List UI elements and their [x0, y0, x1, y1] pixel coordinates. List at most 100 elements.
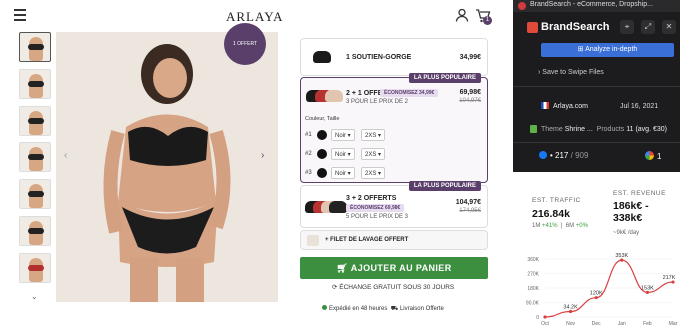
- store-date: Jul 16, 2021: [620, 103, 659, 110]
- user-icon[interactable]: [455, 8, 469, 22]
- menu-icon[interactable]: [14, 9, 26, 21]
- option-price: 104,97€: [455, 199, 481, 206]
- y-tick-label: 270K: [527, 272, 539, 278]
- color-select[interactable]: Noir ▾: [331, 167, 355, 179]
- analyze-button[interactable]: ⊞ Analyze in-depth: [541, 43, 674, 57]
- gift-image: [307, 235, 319, 246]
- close-icon[interactable]: ✕: [662, 20, 676, 34]
- y-tick-label: 0: [536, 315, 539, 321]
- france-flag-icon: [541, 102, 549, 109]
- bra-image: [325, 90, 343, 102]
- product-image: [56, 32, 278, 302]
- trend-6m-value: +0%: [575, 223, 588, 229]
- traffic-chart: 0 90.0K 180K 270K 360K Oct Nov Dec Jan Feb Mar 34.2…: [526, 253, 678, 326]
- products-value: 11 (avg. €30): [626, 126, 667, 133]
- data-point: [543, 315, 547, 319]
- exchange-text: ÉCHANGE GRATUIT SOUS 30 JOURS: [339, 284, 455, 291]
- option-title: 3 + 2 OFFERTS: [346, 195, 397, 202]
- gift-label: + FILET DE LAVAGE OFFERT: [325, 237, 409, 243]
- stats-panel: EST. TRAFFIC 216.84k 1M +41% | 6M +0% ES…: [513, 172, 680, 326]
- extension-title: BrandSearch: [541, 21, 610, 33]
- popular-tag: LA PLUS POPULAIRE: [408, 181, 481, 191]
- gift-option[interactable]: + FILET DE LAVAGE OFFERT: [300, 230, 488, 250]
- traffic-trend: 1M +41% | 6M +0%: [532, 223, 588, 229]
- x-tick-label: Nov: [566, 321, 575, 326]
- add-to-cart-button[interactable]: 🛒︎ AJOUTER AU PANIER: [300, 257, 488, 279]
- fb-ads-count: 217: [555, 151, 569, 160]
- thumbnail[interactable]: [19, 142, 51, 173]
- swipe-label: Save to Swipe Files: [542, 69, 604, 76]
- pin-icon[interactable]: ⌖: [620, 20, 634, 34]
- color-select[interactable]: Noir ▾: [331, 148, 355, 160]
- cart-count-badge: 1: [483, 16, 492, 25]
- facebook-icon: [539, 151, 547, 159]
- trend-1m-value: +41%: [542, 223, 558, 229]
- size-select-value: 2XS: [365, 152, 377, 158]
- color-select[interactable]: Noir ▾: [331, 129, 355, 141]
- size-select[interactable]: 2XS ▾: [361, 129, 385, 141]
- tab-title: BrandSearch - eCommerce, Dropship...: [530, 1, 653, 8]
- shipping-note: Expédié en 48 heures ⛟ Livraison Offerte: [322, 305, 444, 313]
- bundle-option-2[interactable]: LA PLUS POPULAIRE 2 + 1 OFFERT ÉCONOMISE…: [300, 73, 488, 183]
- theme-label: Theme: [541, 126, 563, 133]
- y-tick-label: 180K: [527, 286, 539, 292]
- exchange-note: ⟳ ÉCHANGE GRATUIT SOUS 30 JOURS: [332, 283, 454, 291]
- divider: [513, 142, 680, 143]
- chevron-right-icon[interactable]: ›: [261, 150, 264, 161]
- data-label: 120K: [590, 291, 603, 297]
- option-price: 34,99€: [459, 54, 481, 61]
- product-page: ARLAYA 1 ⌄ 1 OFFERT ‹ › 1 SOUTIEN-GORGE …: [0, 0, 513, 326]
- color-select-value: Noir: [335, 171, 347, 177]
- x-tick-label: Oct: [541, 321, 549, 326]
- variant-number: #2: [305, 151, 312, 157]
- x-tick-label: Jan: [618, 321, 626, 326]
- facebook-ads-stat[interactable]: • 217 / 909: [539, 151, 588, 160]
- chevron-left-icon[interactable]: ‹: [64, 150, 67, 161]
- thumbnail-list: [19, 32, 51, 290]
- variant-label: Couleur, Taille: [305, 116, 340, 122]
- save-swipe-link[interactable]: › Save to Swipe Files: [538, 69, 604, 76]
- google-stat[interactable]: 1: [645, 151, 661, 161]
- chevron-down-icon[interactable]: ⌄: [31, 292, 38, 301]
- trend-1m-label: 1M: [532, 223, 541, 229]
- google-icon: [645, 151, 654, 160]
- bundle-option-3[interactable]: LA PLUS POPULAIRE 3 + 2 OFFERTS ÉCONOMIS…: [300, 181, 488, 228]
- color-swatch[interactable]: [317, 149, 327, 159]
- thumbnail[interactable]: [19, 68, 51, 99]
- color-swatch[interactable]: [317, 130, 327, 140]
- delivery-text: Livraison Offerte: [399, 306, 444, 312]
- brandsearch-extension: BrandSearch - eCommerce, Dropship... Bra…: [513, 0, 680, 326]
- size-select[interactable]: 2XS ▾: [361, 148, 385, 160]
- traffic-label: EST. TRAFFIC: [532, 197, 581, 204]
- expand-icon[interactable]: ⤢: [641, 20, 655, 34]
- y-tick-label: 90.0K: [526, 301, 540, 307]
- x-tick-label: Mar: [669, 321, 678, 326]
- store-domain[interactable]: Arlaya.com: [553, 103, 588, 110]
- size-select[interactable]: 2XS ▾: [361, 167, 385, 179]
- bra-image: [329, 201, 347, 213]
- data-label: 153K: [641, 285, 654, 291]
- thumbnail[interactable]: [19, 252, 51, 283]
- color-swatch[interactable]: [317, 168, 327, 178]
- site-logo[interactable]: ARLAYA: [226, 9, 284, 25]
- theme-value: Shrine ...: [564, 126, 593, 133]
- revenue-per-day: ~9k€ /day: [613, 230, 640, 236]
- thumbnail[interactable]: [19, 32, 51, 62]
- savings-badge: ÉCONOMISEZ 34,99€: [380, 89, 439, 97]
- savings-badge: ÉCONOMISEZ 69,98€: [346, 204, 405, 212]
- revenue-value: 186k€ - 338k€: [613, 200, 649, 224]
- x-tick-label: Feb: [643, 321, 652, 326]
- thumbnail[interactable]: [19, 105, 51, 136]
- data-label: 353K: [615, 253, 628, 259]
- brandsearch-logo-icon: [527, 22, 538, 33]
- truck-icon: ⛟: [390, 306, 399, 312]
- option-title: 1 SOUTIEN-GORGE: [346, 54, 412, 61]
- status-dot-icon: [322, 305, 327, 310]
- option-old-price: 104,97€: [459, 98, 481, 104]
- bundle-option-1[interactable]: 1 SOUTIEN-GORGE 34,99€: [300, 38, 488, 76]
- extension-tab[interactable]: BrandSearch - eCommerce, Dropship...: [513, 0, 680, 12]
- divider: [513, 86, 680, 87]
- thumbnail[interactable]: [19, 179, 51, 210]
- revenue-label: EST. REVENUE: [613, 190, 666, 197]
- thumbnail[interactable]: [19, 215, 51, 246]
